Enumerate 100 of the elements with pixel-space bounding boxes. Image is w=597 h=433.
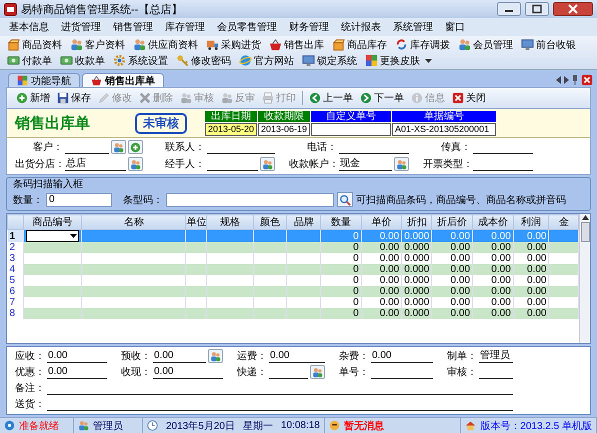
column-header[interactable]: 单位 bbox=[186, 214, 207, 230]
action-button[interactable]: 新增 bbox=[13, 90, 53, 106]
menu-item[interactable]: 会员零售管理 bbox=[212, 19, 282, 35]
picker-button[interactable] bbox=[260, 157, 275, 171]
table-cell bbox=[206, 230, 254, 242]
toolbar-button[interactable]: 锁定系统 bbox=[299, 53, 360, 68]
input-field[interactable]: 管理员 bbox=[479, 350, 513, 363]
maximize-button[interactable] bbox=[525, 2, 549, 16]
header-label: 自定义单号 bbox=[311, 110, 391, 122]
people-icon bbox=[262, 158, 273, 170]
column-header[interactable]: 折扣 bbox=[402, 214, 432, 230]
scrollbar[interactable] bbox=[579, 214, 590, 343]
close-icon[interactable] bbox=[581, 74, 593, 86]
menu-item[interactable]: 销售管理 bbox=[108, 19, 158, 35]
menu-item[interactable]: 窗口 bbox=[440, 19, 470, 35]
menu-item[interactable]: 进货管理 bbox=[56, 19, 106, 35]
table-row[interactable]: 8 0 0.00 0.000 0.00 0.00 0.00 bbox=[8, 308, 579, 319]
toolbar-button[interactable]: 供应商资料 bbox=[130, 37, 201, 52]
input-field[interactable]: 0.00 bbox=[47, 366, 107, 379]
picker-button[interactable] bbox=[394, 157, 409, 171]
table-cell: 0.00 bbox=[361, 308, 402, 319]
tab[interactable]: 功能导航 bbox=[8, 73, 80, 87]
input-field[interactable]: A01-XS-201305200001 bbox=[392, 122, 496, 136]
picker-button[interactable] bbox=[208, 349, 223, 363]
tab[interactable]: 销售出库单 bbox=[82, 73, 164, 87]
input-field[interactable] bbox=[166, 192, 334, 206]
toolbar-button[interactable]: 前台收银 bbox=[518, 37, 579, 52]
toolbar-button[interactable]: 修改密码 bbox=[173, 53, 234, 68]
right-arrow-icon[interactable] bbox=[564, 76, 569, 84]
picker-button[interactable] bbox=[310, 365, 325, 379]
toolbar-button[interactable]: 销售出库 bbox=[266, 37, 327, 52]
input-field[interactable]: 0.00 bbox=[269, 350, 325, 363]
toolbar-button[interactable]: 会员管理 bbox=[455, 37, 516, 52]
field-label: 预收： bbox=[121, 350, 151, 363]
picker-button[interactable] bbox=[128, 157, 143, 171]
action-button[interactable]: 上一单 bbox=[306, 90, 356, 106]
action-button[interactable]: 下一单 bbox=[357, 90, 407, 106]
truck-icon bbox=[206, 38, 219, 51]
input-field[interactable]: 2013-06-19 bbox=[258, 122, 310, 136]
table-cell: 0 bbox=[320, 286, 362, 297]
column-header[interactable]: 商品编号 bbox=[23, 214, 82, 230]
table-cell: 0.00 bbox=[472, 230, 514, 242]
table-cell bbox=[286, 264, 321, 275]
toolbar-button[interactable]: 商品库存 bbox=[329, 37, 390, 52]
column-header[interactable]: 数量 bbox=[320, 214, 362, 230]
column-header[interactable]: 品牌 bbox=[286, 214, 321, 230]
toolbar-button[interactable]: 系统设置 bbox=[110, 53, 171, 68]
table-row[interactable]: 4 0 0.00 0.000 0.00 0.00 0.00 bbox=[8, 264, 579, 275]
table-cell bbox=[286, 308, 321, 319]
column-header[interactable]: 颜色 bbox=[253, 214, 287, 230]
table-row[interactable]: 6 0 0.00 0.000 0.00 0.00 0.00 bbox=[8, 286, 579, 297]
picker-button[interactable] bbox=[111, 140, 126, 154]
column-header[interactable]: 单价 bbox=[361, 214, 402, 230]
action-button[interactable]: 保存 bbox=[54, 90, 94, 106]
action-button[interactable]: 关闭 bbox=[449, 90, 489, 106]
toolbar-button[interactable]: 采购进货 bbox=[203, 37, 264, 52]
toolbar-button[interactable]: 付款单 bbox=[4, 53, 55, 68]
table-row[interactable]: 2 0 0.00 0.000 0.00 0.00 0.00 bbox=[8, 242, 579, 253]
input-field[interactable] bbox=[311, 122, 391, 136]
plus-icon bbox=[130, 142, 141, 152]
field-label: 优惠： bbox=[15, 366, 45, 379]
input-field[interactable]: 2013-05-20 bbox=[205, 122, 257, 136]
toolbar-button[interactable]: 官方网站 bbox=[236, 53, 297, 68]
toolbar-button[interactable]: 更换皮肤 bbox=[362, 53, 423, 68]
menu-item[interactable]: 系统管理 bbox=[388, 19, 438, 35]
column-header[interactable]: 利润 bbox=[513, 214, 549, 230]
toolbar-button[interactable]: 商品资料 bbox=[4, 37, 65, 52]
input-field[interactable]: 总店 bbox=[65, 158, 126, 171]
input-field[interactable]: 0.00 bbox=[371, 350, 433, 363]
toolbar-button[interactable]: 收款单 bbox=[57, 53, 108, 68]
input-field[interactable]: 现金 bbox=[339, 158, 392, 171]
minimize-button[interactable] bbox=[497, 2, 521, 16]
close-button[interactable] bbox=[553, 2, 593, 16]
column-header[interactable]: 规格 bbox=[206, 214, 254, 230]
input-field[interactable]: 0.00 bbox=[153, 366, 223, 379]
toolbar-button[interactable]: 库存调拨 bbox=[392, 37, 453, 52]
table-cell bbox=[286, 286, 321, 297]
add-button[interactable] bbox=[128, 140, 143, 154]
left-arrow-icon[interactable] bbox=[556, 76, 561, 84]
search-button[interactable] bbox=[337, 192, 353, 207]
input-field[interactable]: 0.00 bbox=[47, 350, 107, 363]
field-label: 经手人： bbox=[164, 158, 205, 171]
column-header[interactable]: 成本价 bbox=[472, 214, 514, 230]
table-cell bbox=[23, 242, 82, 253]
toolbar-button[interactable]: 客户资料 bbox=[67, 37, 128, 52]
input-field[interactable]: 0 bbox=[46, 192, 112, 206]
table-row[interactable]: 1 0 0.00 0.000 0.00 0.00 0.00 bbox=[8, 230, 579, 242]
row-number: 2 bbox=[8, 242, 24, 253]
menu-item[interactable]: 财务管理 bbox=[284, 19, 334, 35]
menu-item[interactable]: 统计报表 bbox=[336, 19, 386, 35]
column-header[interactable]: 金 bbox=[548, 214, 579, 230]
input-field[interactable]: 0.00 bbox=[153, 350, 206, 363]
menu-item[interactable]: 库存管理 bbox=[160, 19, 210, 35]
scrollbar-thumb[interactable] bbox=[580, 222, 590, 242]
column-header[interactable]: 名称 bbox=[82, 214, 186, 230]
menu-item[interactable]: 基本信息 bbox=[4, 19, 54, 35]
pin-icon[interactable] bbox=[572, 74, 578, 84]
field-label: 单号： bbox=[339, 366, 369, 379]
row-number: 3 bbox=[8, 253, 24, 264]
column-header[interactable]: 折后价 bbox=[432, 214, 473, 230]
